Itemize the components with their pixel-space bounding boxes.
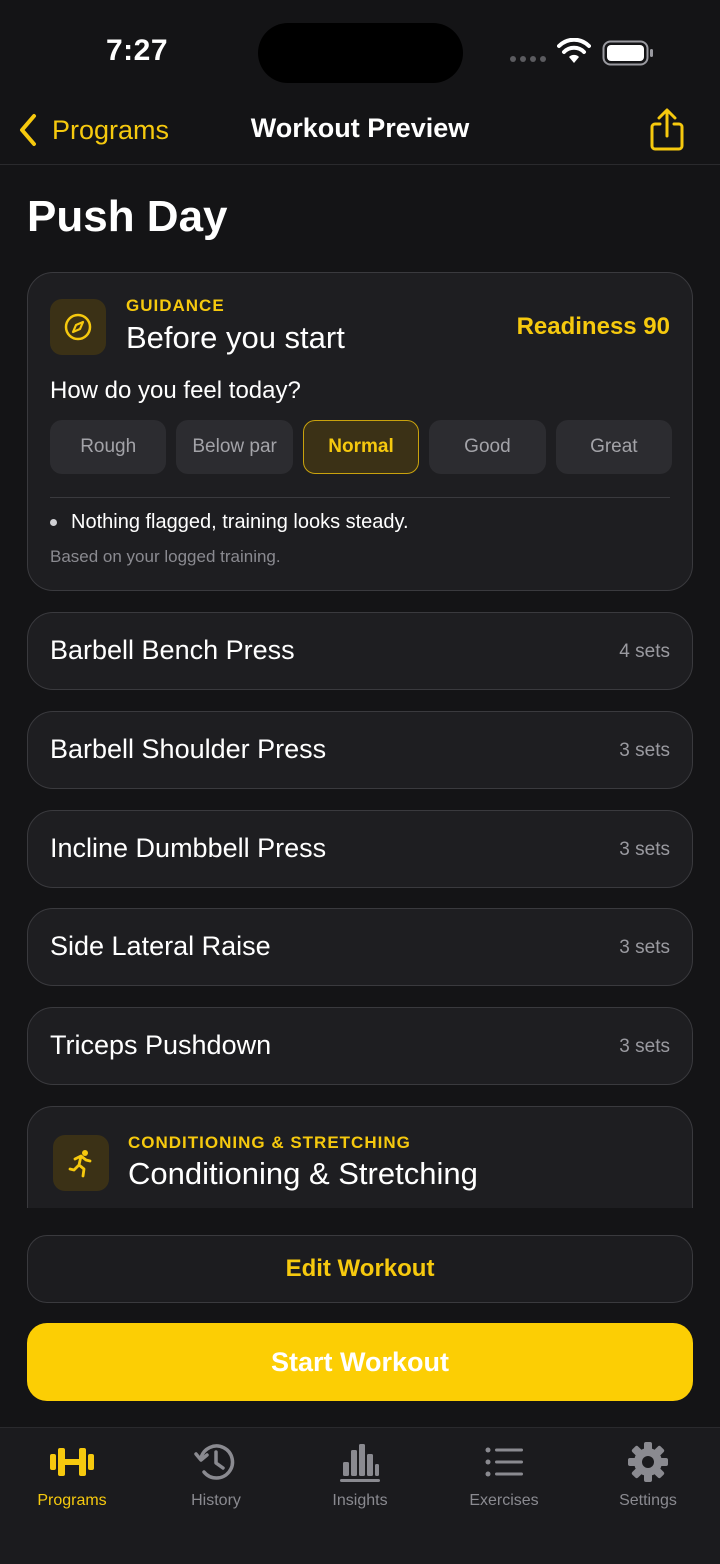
start-workout-button[interactable]: Start Workout	[27, 1323, 693, 1401]
guidance-heading: Before you start	[126, 320, 345, 355]
back-button[interactable]: Programs	[18, 110, 169, 150]
mood-selector: Rough Below par Normal Good Great	[50, 420, 673, 474]
exercise-name: Side Lateral Raise	[50, 931, 271, 961]
divider	[50, 497, 670, 498]
conditioning-card[interactable]: CONDITIONING & STRETCHING Conditioning &…	[27, 1106, 693, 1208]
tab-insights[interactable]: Insights	[288, 1428, 432, 1518]
tab-history[interactable]: History	[144, 1428, 288, 1518]
exercise-card[interactable]: Barbell Shoulder Press 3 sets	[27, 711, 693, 789]
exercise-sets: 3 sets	[619, 937, 670, 958]
gear-icon	[628, 1442, 668, 1482]
mood-option-normal[interactable]: Normal	[302, 420, 420, 474]
exercise-name: Barbell Bench Press	[50, 635, 295, 665]
status-time: 7:27	[106, 34, 169, 67]
exercise-sets: 3 sets	[619, 839, 670, 860]
exercise-card[interactable]: Incline Dumbbell Press 3 sets	[27, 810, 693, 888]
exercise-card[interactable]: Side Lateral Raise 3 sets	[27, 908, 693, 986]
guidance-note: Nothing flagged, training looks steady.	[50, 511, 409, 534]
back-label: Programs	[52, 114, 170, 145]
bar-chart-icon	[340, 1444, 380, 1482]
tab-programs[interactable]: Programs	[0, 1428, 144, 1518]
mood-option-rough[interactable]: Rough	[50, 420, 167, 474]
page-title: Push Day	[27, 192, 228, 241]
dumbbell-icon	[50, 1448, 94, 1476]
history-clock-icon	[194, 1444, 235, 1480]
feel-question: How do you feel today?	[50, 377, 301, 404]
edit-workout-button[interactable]: Edit Workout	[27, 1235, 693, 1303]
readiness-score: Readiness 90	[516, 313, 670, 340]
tab-label: Exercises	[469, 1492, 539, 1509]
list-icon	[485, 1447, 523, 1477]
guidance-eyebrow: GUIDANCE	[126, 296, 225, 315]
conditioning-icon-tile	[53, 1135, 109, 1191]
tab-exercises[interactable]: Exercises	[432, 1428, 576, 1518]
navigation-bar: Programs Workout Preview	[0, 100, 720, 165]
wifi-icon	[557, 38, 591, 63]
cellular-signal-icon	[510, 56, 546, 62]
mood-option-below-par[interactable]: Below par	[176, 420, 293, 474]
exercise-name: Triceps Pushdown	[50, 1030, 272, 1060]
mood-option-good[interactable]: Good	[429, 420, 546, 474]
guidance-footnote: Based on your logged training.	[50, 547, 281, 566]
tab-settings[interactable]: Settings	[576, 1428, 720, 1518]
exercise-sets: 4 sets	[619, 641, 670, 662]
exercise-sets: 3 sets	[619, 740, 670, 761]
tab-label: Insights	[332, 1492, 388, 1509]
tab-bar: Programs History Insights Exercises Sett…	[0, 1427, 720, 1564]
status-bar: 7:27	[0, 0, 720, 100]
exercise-sets: 3 sets	[619, 1036, 670, 1057]
exercise-card[interactable]: Triceps Pushdown 3 sets	[27, 1007, 693, 1085]
dynamic-island	[258, 23, 463, 83]
mood-option-great[interactable]: Great	[555, 420, 673, 474]
chevron-left-icon	[20, 114, 36, 146]
guidance-note-text: Nothing flagged, training looks steady.	[71, 511, 409, 533]
exercise-name: Incline Dumbbell Press	[50, 833, 327, 863]
tab-label: Settings	[619, 1492, 677, 1509]
scroll-clip: CONDITIONING & STRETCHING Conditioning &…	[0, 1100, 720, 1208]
exercise-card[interactable]: Barbell Bench Press 4 sets	[27, 612, 693, 690]
battery-icon	[602, 40, 653, 66]
tab-label: History	[191, 1492, 241, 1509]
guidance-icon-tile	[50, 299, 106, 355]
compass-icon	[64, 313, 92, 341]
conditioning-heading: Conditioning & Stretching	[128, 1156, 478, 1191]
conditioning-eyebrow: CONDITIONING & STRETCHING	[128, 1133, 411, 1152]
exercise-name: Barbell Shoulder Press	[50, 734, 327, 764]
share-icon[interactable]	[648, 108, 686, 152]
bullet-icon	[50, 519, 57, 526]
tab-label: Programs	[37, 1492, 107, 1509]
running-figure-icon	[68, 1150, 92, 1178]
guidance-card: GUIDANCE Before you start Readiness 90 H…	[27, 272, 693, 591]
